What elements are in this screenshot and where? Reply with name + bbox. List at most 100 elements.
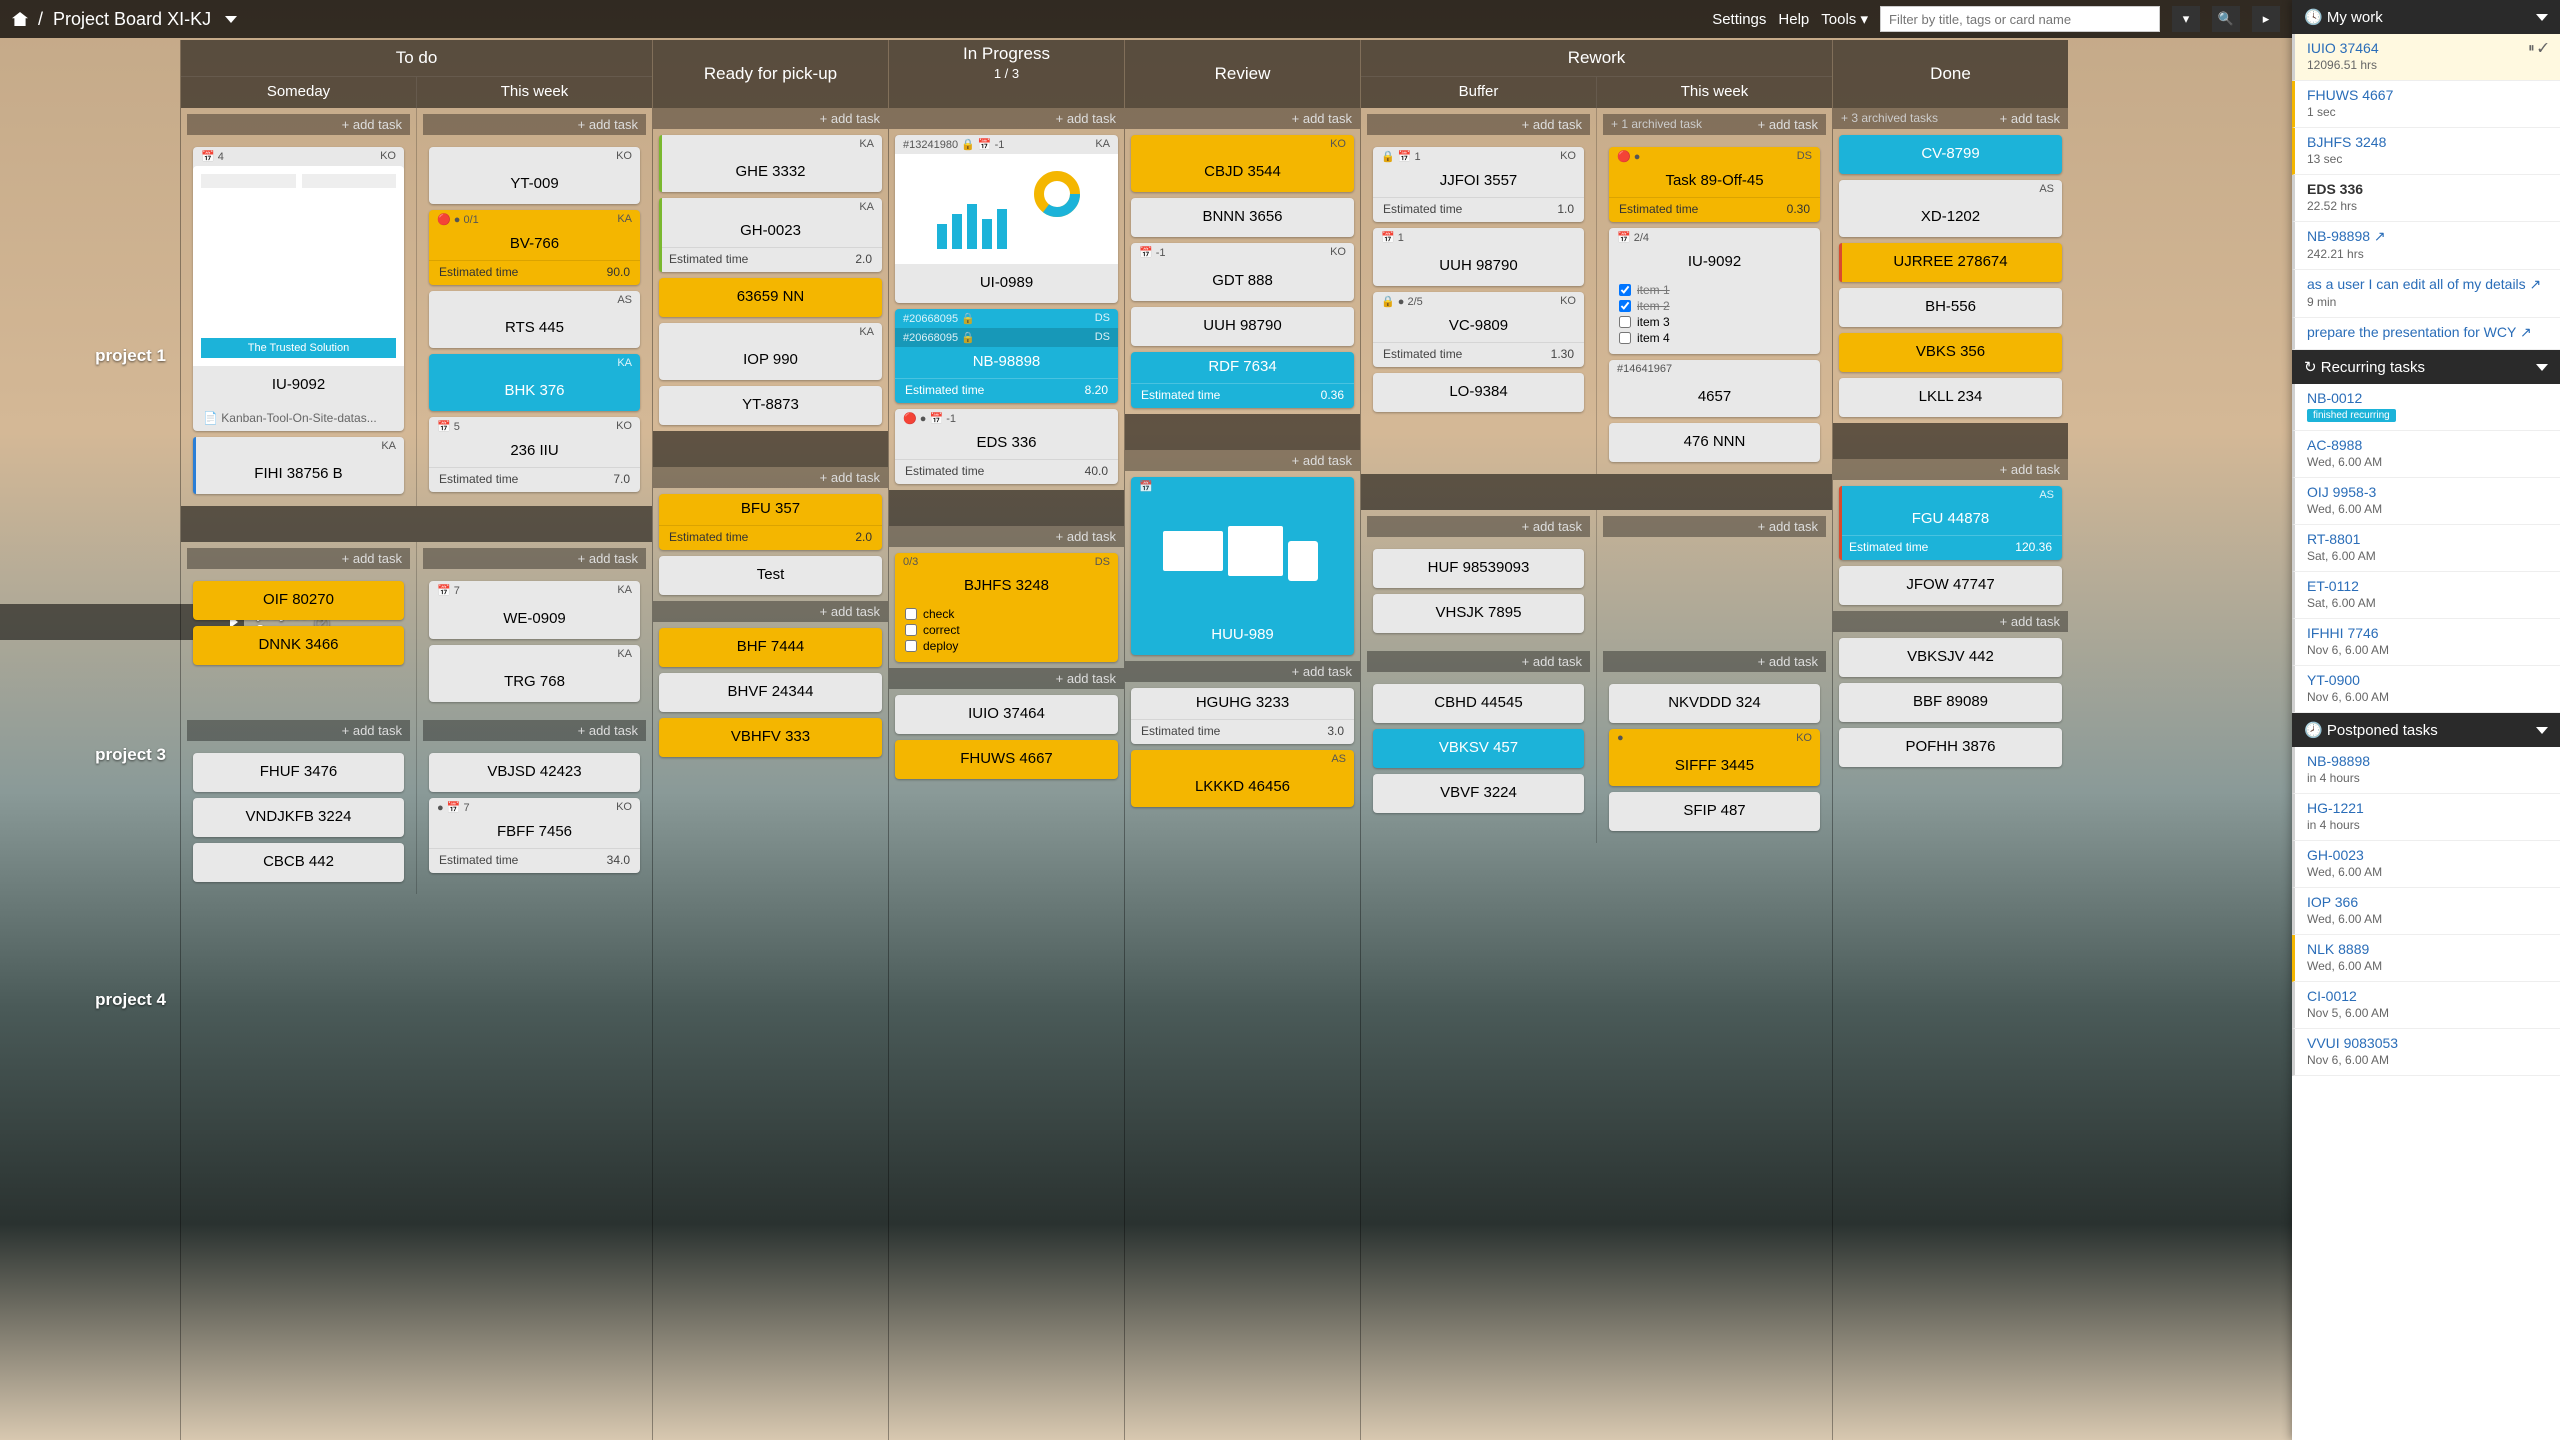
sidebar-item[interactable]: AC-8988Wed, 6.00 AM — [2292, 431, 2560, 478]
card[interactable]: #146419674657 — [1609, 360, 1820, 417]
checklist-item[interactable] — [1619, 284, 1631, 296]
sidebar-mywork-header[interactable]: 🕓 My work — [2292, 0, 2560, 34]
card[interactable]: UUH 98790 — [1131, 307, 1354, 346]
add-task[interactable]: + 3 archived tasks+ add task — [1833, 108, 2068, 129]
sidebar-item[interactable]: EDS 33622.52 hrs — [2292, 175, 2560, 222]
card[interactable]: VBKS 356 — [1839, 333, 2062, 372]
card[interactable]: 📅 1UUH 98790 — [1373, 228, 1584, 286]
add-task[interactable]: + add task — [1603, 516, 1826, 537]
card[interactable]: FHUF 3476 — [193, 753, 404, 792]
card[interactable]: VBKSJV 442 — [1839, 638, 2062, 677]
add-task[interactable]: + add task — [889, 668, 1124, 689]
card[interactable]: 🔴 ●DSTask 89-Off-45Estimated time0.30 — [1609, 147, 1820, 222]
add-task[interactable]: + add task — [1125, 661, 1360, 682]
sidebar-item[interactable]: OIJ 9958-3Wed, 6.00 AM — [2292, 478, 2560, 525]
card[interactable]: VBVF 3224 — [1373, 774, 1584, 813]
sidebar-item[interactable]: FHUWS 46671 sec — [2292, 81, 2560, 128]
card[interactable]: Test — [659, 556, 882, 595]
sidebar-postponed-header[interactable]: 🕗 Postponed tasks — [2292, 713, 2560, 747]
card[interactable]: KAGHE 3332 — [659, 135, 882, 192]
card[interactable]: YT-8873 — [659, 386, 882, 425]
sidebar-item[interactable]: NLK 8889Wed, 6.00 AM — [2292, 935, 2560, 982]
card[interactable]: 📅 4KOThe Trusted SolutionIU-9092📄 Kanban… — [193, 147, 404, 431]
card[interactable]: VHSJK 7895 — [1373, 594, 1584, 633]
sidebar-item[interactable]: HG-1221in 4 hours — [2292, 794, 2560, 841]
filter-dropdown[interactable]: ▾ — [2172, 6, 2200, 32]
card[interactable]: ASRTS 445 — [429, 291, 640, 348]
card[interactable]: ASFGU 44878Estimated time120.36 — [1839, 486, 2062, 560]
add-task[interactable]: + add task — [1833, 611, 2068, 632]
card[interactable]: SFIP 487 — [1609, 792, 1820, 831]
sidebar-item[interactable]: VVUI 9083053Nov 6, 6.00 AM — [2292, 1029, 2560, 1076]
card[interactable]: BFU 357Estimated time2.0 — [659, 494, 882, 550]
card[interactable]: JFOW 47747 — [1839, 566, 2062, 605]
card[interactable]: KABHK 376 — [429, 354, 640, 411]
sidebar-item[interactable]: BJHFS 324813 sec — [2292, 128, 2560, 175]
sidebar-item[interactable]: IOP 366Wed, 6.00 AM — [2292, 888, 2560, 935]
card[interactable]: 🔒 ● 2/5KOVC-9809Estimated time1.30 — [1373, 292, 1584, 367]
search-button[interactable]: 🔍 — [2212, 6, 2240, 32]
add-task[interactable]: + add task — [1603, 651, 1826, 672]
card[interactable]: IUIO 37464 — [895, 695, 1118, 734]
sidebar-item[interactable]: NB-98898in 4 hours — [2292, 747, 2560, 794]
add-task[interactable]: + add task — [187, 114, 410, 135]
card[interactable]: VNDJKFB 3224 — [193, 798, 404, 837]
card[interactable]: 63659 NN — [659, 278, 882, 317]
card[interactable]: ● 📅 7KOFBFF 7456Estimated time34.0 — [429, 798, 640, 873]
card[interactable]: 0/3DSBJHFS 3248checkcorrectdeploy — [895, 553, 1118, 662]
card[interactable]: KOCBJD 3544 — [1131, 135, 1354, 192]
checklist-item[interactable] — [1619, 332, 1631, 344]
checklist-item[interactable] — [905, 608, 917, 620]
checklist-item[interactable] — [905, 624, 917, 636]
card[interactable]: UJRREE 278674 — [1839, 243, 2062, 282]
chevron-down-icon[interactable] — [225, 16, 237, 23]
add-task[interactable]: + add task — [889, 108, 1124, 129]
card[interactable]: DNNK 3466 — [193, 626, 404, 665]
add-task[interactable]: + add task — [1125, 108, 1360, 129]
help-link[interactable]: Help — [1778, 11, 1809, 28]
sidebar-item[interactable]: as a user I can edit all of my details ↗… — [2292, 270, 2560, 318]
sidebar-recurring-header[interactable]: ↻ Recurring tasks — [2292, 350, 2560, 384]
card[interactable]: CBHD 44545 — [1373, 684, 1584, 723]
card[interactable]: #20668095 🔒DS#20668095 🔒DSNB-98898Estima… — [895, 309, 1118, 403]
card[interactable]: LKLL 234 — [1839, 378, 2062, 417]
sidebar-item[interactable]: IFHHI 7746Nov 6, 6.00 AM — [2292, 619, 2560, 666]
tools-link[interactable]: Tools ▾ — [1821, 10, 1868, 28]
card[interactable]: 📅 7KAWE-0909 — [429, 581, 640, 639]
card[interactable]: KOYT-009 — [429, 147, 640, 204]
card[interactable]: 🔴 ● 0/1KABV-766Estimated time90.0 — [429, 210, 640, 285]
card[interactable]: POFHH 3876 — [1839, 728, 2062, 767]
add-task[interactable]: + add task — [1367, 651, 1590, 672]
sidebar-item[interactable]: CI-0012Nov 5, 6.00 AM — [2292, 982, 2560, 1029]
card[interactable]: KAFIHI 38756 B — [193, 437, 404, 494]
card[interactable]: 476 NNN — [1609, 423, 1820, 462]
card[interactable]: OIF 80270 — [193, 581, 404, 620]
add-task[interactable]: + add task — [423, 720, 646, 741]
sidebar-item[interactable]: prepare the presentation for WCY ↗ — [2292, 318, 2560, 350]
card[interactable]: ●KOSIFFF 3445 — [1609, 729, 1820, 786]
card[interactable]: #13241980 🔒 📅 -1KAUI-0989 — [895, 135, 1118, 303]
card[interactable]: 📅 5KO236 IIUEstimated time7.0 — [429, 417, 640, 492]
search-input[interactable] — [1880, 6, 2160, 32]
add-task[interactable]: + add task — [423, 548, 646, 569]
sidebar-item[interactable]: GH-0023Wed, 6.00 AM — [2292, 841, 2560, 888]
breadcrumb[interactable]: Project Board XI-KJ — [53, 9, 211, 30]
checklist-item[interactable] — [1619, 316, 1631, 328]
add-task[interactable]: + add task — [889, 526, 1124, 547]
card[interactable]: RDF 7634Estimated time0.36 — [1131, 352, 1354, 408]
card[interactable]: VBHFV 333 — [659, 718, 882, 757]
add-task[interactable]: + add task — [1367, 114, 1590, 135]
card[interactable]: BH-556 — [1839, 288, 2062, 327]
sidebar-item[interactable]: RT-8801Sat, 6.00 AM — [2292, 525, 2560, 572]
sidebar-item[interactable]: ET-0112Sat, 6.00 AM — [2292, 572, 2560, 619]
card[interactable]: VBKSV 457 — [1373, 729, 1584, 768]
card[interactable]: 🔴 ● 📅 -1EDS 336Estimated time40.0 — [895, 409, 1118, 484]
card[interactable]: KAIOP 990 — [659, 323, 882, 380]
card[interactable]: NKVDDD 324 — [1609, 684, 1820, 723]
home-icon[interactable] — [12, 12, 28, 26]
sidebar-item[interactable]: NB-0012finished recurring — [2292, 384, 2560, 431]
card[interactable]: CV-8799 — [1839, 135, 2062, 174]
add-task[interactable]: + add task — [653, 467, 888, 488]
add-task[interactable]: + add task — [187, 548, 410, 569]
card[interactable]: ASXD-1202 — [1839, 180, 2062, 237]
